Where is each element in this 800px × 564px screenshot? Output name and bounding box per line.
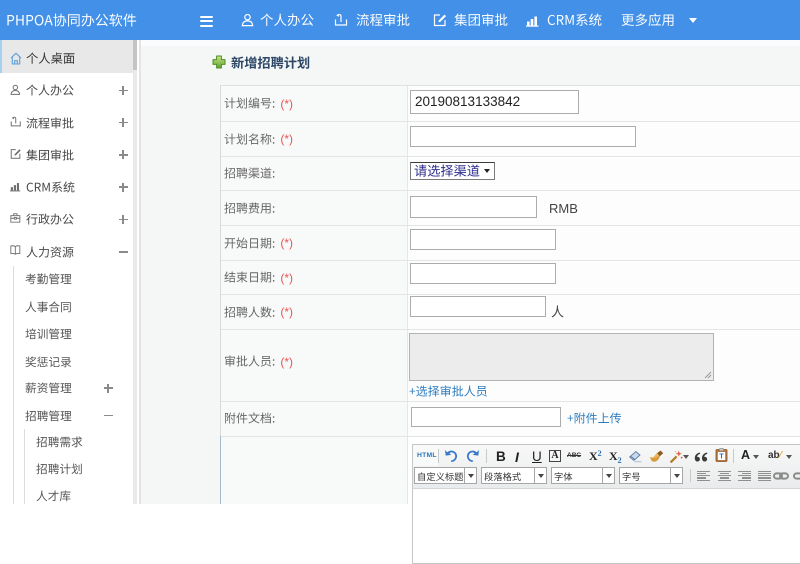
svg-text:T: T: [719, 454, 724, 461]
